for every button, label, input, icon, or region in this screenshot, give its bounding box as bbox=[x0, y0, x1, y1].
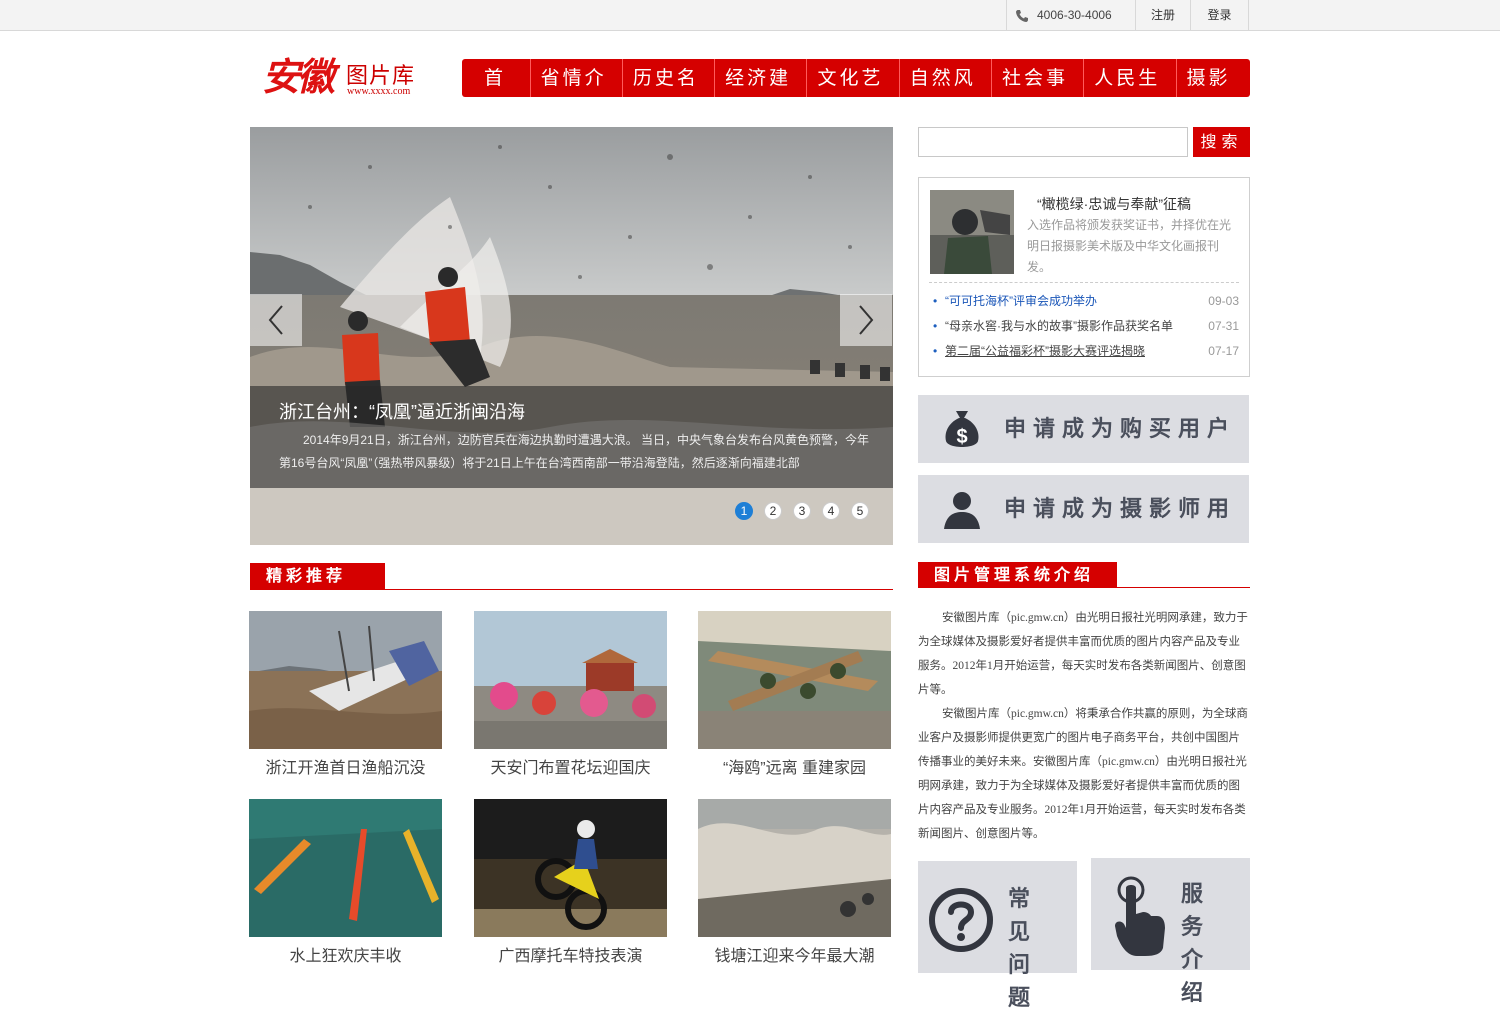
nav-item-nature[interactable]: 自然风光 bbox=[900, 59, 992, 127]
featured-image bbox=[249, 611, 442, 749]
news-headline-desc: 入选作品将颁发获奖证书，并择优在光明日报摄影美术版及中华文化画报刊发。 bbox=[1027, 218, 1232, 274]
featured-item[interactable]: “海鸥”远离 重建家园 bbox=[698, 611, 891, 779]
featured-item[interactable]: 浙江开渔首日渔船沉没 bbox=[249, 611, 442, 779]
phone-icon bbox=[1016, 10, 1028, 22]
featured-item[interactable]: 广西摩托车特技表演 bbox=[474, 799, 667, 967]
news-thumbnail[interactable] bbox=[930, 190, 1014, 274]
faq-button[interactable]: 常见问题 bbox=[918, 861, 1077, 1011]
nav-item-culture[interactable]: 文化艺术 bbox=[807, 59, 900, 127]
intro-text: 安徽图片库（pic.gmw.cn）由光明日报社光明网承建，致力于为全球媒体及摄影… bbox=[918, 606, 1250, 846]
intro-divider bbox=[918, 587, 1250, 588]
service-label: 服务介绍 bbox=[1181, 881, 1209, 1006]
faq-label: 常见问题 bbox=[1008, 886, 1036, 1011]
logo-url: www.xxxx.com bbox=[347, 86, 411, 97]
featured-divider bbox=[250, 589, 893, 590]
site-logo[interactable]: 安徽 图片库 www.xxxx.com bbox=[262, 54, 432, 104]
intro-heading: 图片管理系统介绍 bbox=[918, 562, 1117, 588]
chevron-right-icon bbox=[859, 305, 874, 335]
service-button[interactable]: 服务介绍 bbox=[1091, 858, 1250, 1006]
nav-item-home[interactable]: 首页 bbox=[474, 59, 531, 127]
featured-image bbox=[474, 611, 667, 749]
slider-pagination: 1 2 3 4 5 bbox=[735, 502, 869, 520]
nav-item-photographer[interactable]: 摄影师 bbox=[1177, 59, 1250, 127]
news-item-title[interactable]: “母亲水窖·我与水的故事”摄影作品获奖名单 bbox=[945, 316, 1190, 337]
nav-item-society[interactable]: 社会事业 bbox=[992, 59, 1085, 127]
intro-paragraph: 安徽图片库（pic.gmw.cn）将秉承合作共赢的原则，为全球商业客户及摄影师提… bbox=[918, 708, 1248, 840]
hand-pointer-icon bbox=[1115, 876, 1165, 956]
question-icon bbox=[929, 888, 993, 952]
slider-next-button[interactable] bbox=[840, 294, 892, 346]
top-bar: 4006-30-4006 注册 登录 bbox=[0, 0, 1500, 31]
intro-paragraph: 安徽图片库（pic.gmw.cn）由光明日报社光明网承建，致力于为全球媒体及摄影… bbox=[918, 612, 1248, 696]
featured-item[interactable]: 钱塘江迎来今年最大潮 bbox=[698, 799, 891, 967]
news-item-title[interactable]: “可可托海杯”评审会成功举办 bbox=[945, 291, 1190, 312]
apply-photographer-button[interactable]: 申请成为摄影师用户 bbox=[918, 475, 1249, 590]
apply-buyer-label: 申请成为购买用户 bbox=[1004, 416, 1237, 442]
slider-caption: 浙江台州：“凤凰”逼近浙闽沿海 2014年9月21日，浙江台州，边防官兵在海边执… bbox=[250, 386, 893, 488]
featured-image bbox=[249, 799, 442, 937]
news-headline[interactable]: “橄榄绿·忠诚与奉献”征稿 bbox=[1037, 194, 1191, 214]
slider-dot-4[interactable]: 4 bbox=[822, 502, 840, 520]
featured-caption[interactable]: “海鸥”远离 重建家园 bbox=[698, 754, 891, 778]
slider-title[interactable]: 浙江台州：“凤凰”逼近浙闽沿海 bbox=[279, 398, 525, 424]
register-link[interactable]: 注册 bbox=[1136, 0, 1191, 31]
news-divider bbox=[929, 282, 1239, 283]
svg-text:$: $ bbox=[956, 426, 967, 448]
featured-caption[interactable]: 浙江开渔首日渔船沉没 bbox=[249, 754, 442, 778]
nav-item-life[interactable]: 人民生活 bbox=[1084, 59, 1177, 127]
nav-item-province[interactable]: 省情介绍 bbox=[531, 59, 623, 127]
slider-description: 2014年9月21日，浙江台州，边防官兵在海边执勤时遭遇大浪。 当日，中央气象台… bbox=[279, 433, 870, 470]
nav-item-history[interactable]: 历史名人 bbox=[623, 59, 716, 127]
slider-prev-button[interactable] bbox=[250, 294, 302, 346]
main-nav: 首页 省情介绍 历史名人 经济建设 文化艺术 自然风光 社会事业 人民生活 摄影… bbox=[462, 59, 1250, 127]
news-item-date: 07-17 bbox=[1208, 344, 1239, 358]
featured-image bbox=[698, 799, 891, 937]
bullet-icon: • bbox=[933, 319, 938, 333]
featured-caption[interactable]: 广西摩托车特技表演 bbox=[474, 942, 667, 966]
news-item-title[interactable]: 第二届“公益福彩杯”摄影大赛评选揭晓 bbox=[945, 341, 1190, 362]
featured-item[interactable]: 水上狂欢庆丰收 bbox=[249, 799, 442, 967]
bullet-icon: • bbox=[933, 294, 938, 308]
search-button[interactable]: 搜索 bbox=[1193, 127, 1250, 157]
money-bag-icon: $ bbox=[945, 411, 979, 448]
phone-number: 4006-30-4006 bbox=[1006, 0, 1136, 31]
news-item[interactable]: • “可可托海杯”评审会成功举办 09-03 bbox=[933, 291, 1239, 316]
news-item-date: 07-31 bbox=[1208, 319, 1239, 333]
featured-caption[interactable]: 水上狂欢庆丰收 bbox=[249, 942, 442, 966]
featured-image bbox=[698, 611, 891, 749]
search-input[interactable] bbox=[918, 127, 1188, 157]
slider-dot-3[interactable]: 3 bbox=[793, 502, 811, 520]
bullet-icon: • bbox=[933, 344, 938, 358]
apply-buyer-button[interactable]: $ 申请成为购买用户 bbox=[918, 395, 1249, 463]
chevron-left-icon bbox=[268, 305, 283, 335]
phone-text: 4006-30-4006 bbox=[1037, 8, 1112, 22]
news-list: • “可可托海杯”评审会成功举办 09-03 • “母亲水窖·我与水的故事”摄影… bbox=[933, 291, 1239, 366]
user-icon bbox=[944, 492, 980, 529]
slider-dot-5[interactable]: 5 bbox=[851, 502, 869, 520]
featured-caption[interactable]: 天安门布置花坛迎国庆 bbox=[474, 754, 667, 778]
apply-photographer-label: 申请成为摄影师用户 bbox=[1004, 496, 1237, 590]
slider-dot-2[interactable]: 2 bbox=[764, 502, 782, 520]
featured-image bbox=[474, 799, 667, 937]
featured-item[interactable]: 天安门布置花坛迎国庆 bbox=[474, 611, 667, 779]
login-link[interactable]: 登录 bbox=[1191, 0, 1249, 31]
logo-calligraphy: 安徽 bbox=[262, 54, 335, 99]
featured-caption[interactable]: 钱塘江迎来今年最大潮 bbox=[698, 942, 891, 966]
news-item[interactable]: • 第二届“公益福彩杯”摄影大赛评选揭晓 07-17 bbox=[933, 341, 1239, 366]
news-box: “橄榄绿·忠诚与奉献”征稿 入选作品将颁发获奖证书，并择优在光明日报摄影美术版及… bbox=[918, 177, 1250, 377]
news-item-date: 09-03 bbox=[1208, 294, 1239, 308]
slider-dot-1[interactable]: 1 bbox=[735, 502, 753, 520]
featured-heading: 精彩推荐 bbox=[250, 563, 385, 589]
nav-item-economy[interactable]: 经济建设 bbox=[715, 59, 808, 127]
news-item[interactable]: • “母亲水窖·我与水的故事”摄影作品获奖名单 07-31 bbox=[933, 316, 1239, 341]
